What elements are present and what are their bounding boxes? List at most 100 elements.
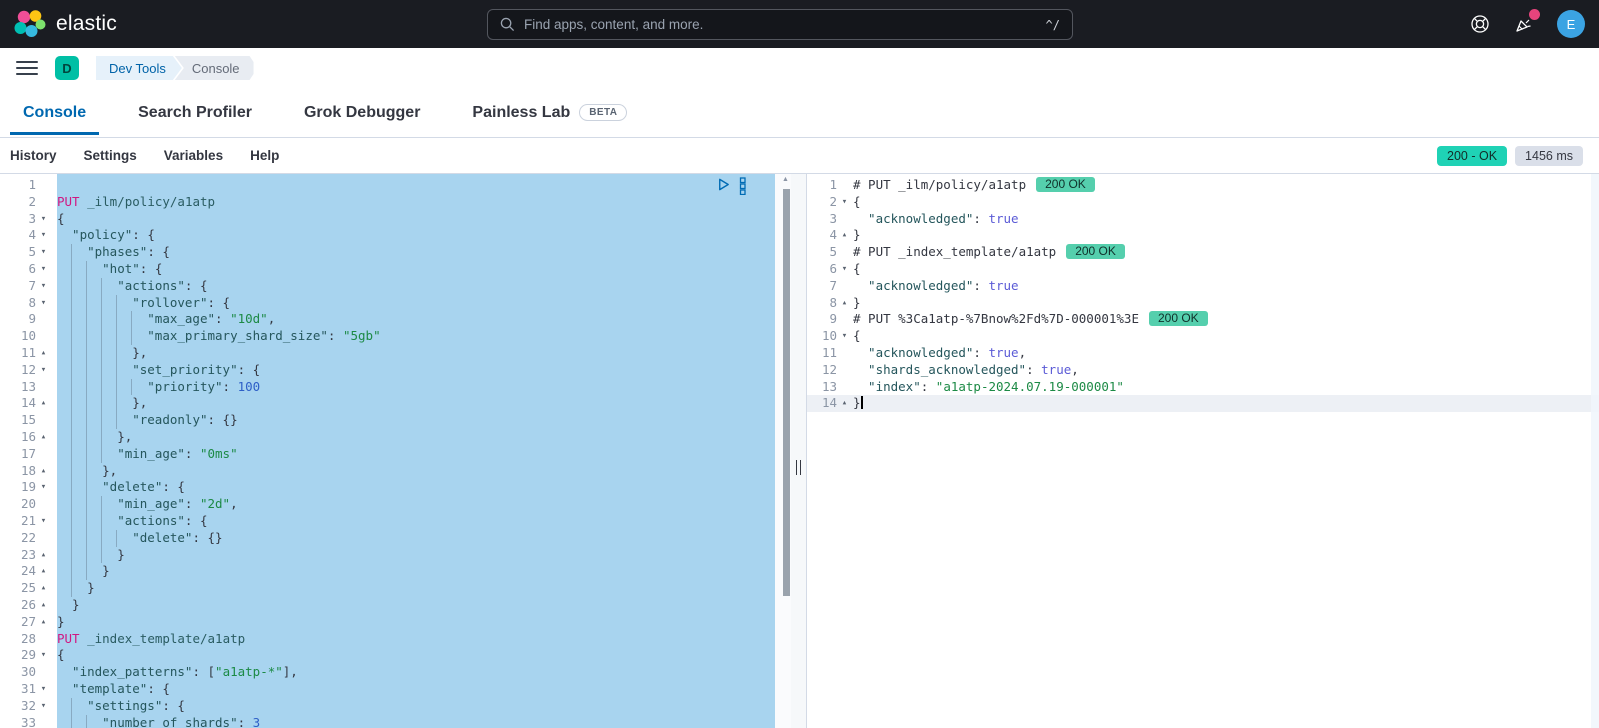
code-line-13[interactable]: 13"priority": 100 [0,379,775,396]
line-content[interactable]: }, [57,345,775,362]
help-button[interactable] [1469,13,1491,35]
code-line-6[interactable]: 6▾{ [807,261,1599,278]
code-line-11[interactable]: 11▴}, [0,345,775,362]
line-content[interactable]: } [853,295,1599,312]
code-line-11[interactable]: 11"acknowledged": true, [807,345,1599,362]
user-avatar[interactable]: E [1557,10,1585,38]
code-line-3[interactable]: 3"acknowledged": true [807,211,1599,228]
code-line-19[interactable]: 19▾"delete": { [0,479,775,496]
line-content[interactable]: "min_age": "2d", [57,496,775,513]
elastic-logo[interactable]: elastic [0,9,117,39]
tab-painless-lab[interactable]: Painless Lab BETA [459,88,640,137]
code-line-8[interactable]: 8▾"rollover": { [0,295,775,312]
line-content[interactable] [57,177,775,194]
line-content[interactable]: "phases": { [57,244,775,261]
fold-toggle-icon[interactable]: ▴ [36,597,51,614]
fold-toggle-icon[interactable]: ▾ [837,194,852,211]
code-line-23[interactable]: 23▴} [0,547,775,564]
fold-toggle-icon[interactable]: ▴ [36,547,51,564]
panel-resizer-handle[interactable] [791,174,807,728]
code-line-31[interactable]: 31▾"template": { [0,681,775,698]
code-line-32[interactable]: 32▾"settings": { [0,698,775,715]
line-content[interactable]: # PUT %3Ca1atp-%7Bnow%2Fd%7D-000001%3E20… [853,311,1599,328]
news-button[interactable] [1513,13,1535,35]
menu-help[interactable]: Help [250,148,279,163]
code-line-2[interactable]: 2PUT _ilm/policy/a1atp [0,194,775,211]
fold-toggle-icon[interactable]: ▴ [36,563,51,580]
code-line-27[interactable]: 27▴} [0,614,775,631]
line-content[interactable]: "rollover": { [57,295,775,312]
code-line-5[interactable]: 5# PUT _index_template/a1atp200 OK [807,244,1599,261]
code-line-24[interactable]: 24▴} [0,563,775,580]
line-content[interactable]: "actions": { [57,513,775,530]
editor-scrollbar[interactable]: ▲ [775,174,791,728]
code-line-25[interactable]: 25▴} [0,580,775,597]
code-line-14[interactable]: 14▴}, [0,395,775,412]
line-content[interactable]: "number_of_shards": 3 [57,715,775,728]
line-content[interactable]: "delete": { [57,479,775,496]
tab-grok-debugger[interactable]: Grok Debugger [291,88,433,137]
menu-history[interactable]: History [10,148,57,163]
line-content[interactable]: { [853,328,1599,345]
code-line-15[interactable]: 15"readonly": {} [0,412,775,429]
code-line-13[interactable]: 13"index": "a1atp-2024.07.19-000001" [807,379,1599,396]
code-line-33[interactable]: 33"number_of_shards": 3 [0,715,775,728]
line-content[interactable]: "settings": { [57,698,775,715]
response-code[interactable]: 1# PUT _ilm/policy/a1atp200 OK2▾{3"ackno… [807,174,1599,412]
line-content[interactable]: "delete": {} [57,530,775,547]
send-request-button[interactable] [716,177,731,192]
request-options-button[interactable] [739,177,747,195]
fold-toggle-icon[interactable]: ▴ [36,345,51,362]
fold-toggle-icon[interactable]: ▾ [837,261,852,278]
fold-toggle-icon[interactable]: ▴ [837,227,852,244]
tab-console[interactable]: Console [10,88,99,137]
code-line-8[interactable]: 8▴} [807,295,1599,312]
fold-toggle-icon[interactable]: ▾ [36,647,51,664]
code-line-4[interactable]: 4▴} [807,227,1599,244]
line-content[interactable]: "readonly": {} [57,412,775,429]
line-content[interactable]: } [853,395,1599,412]
space-avatar[interactable]: D [55,56,79,80]
line-content[interactable]: # PUT _index_template/a1atp200 OK [853,244,1599,261]
scrollbar-thumb[interactable] [783,189,790,596]
fold-toggle-icon[interactable]: ▴ [36,580,51,597]
code-line-26[interactable]: 26▴} [0,597,775,614]
line-content[interactable]: } [57,614,775,631]
menu-toggle-button[interactable] [16,61,38,75]
code-line-12[interactable]: 12"shards_acknowledged": true, [807,362,1599,379]
scroll-up-icon[interactable]: ▲ [782,176,789,183]
code-line-6[interactable]: 6▾"hot": { [0,261,775,278]
code-line-28[interactable]: 28PUT _index_template/a1atp [0,631,775,648]
fold-toggle-icon[interactable]: ▾ [36,295,51,312]
code-line-10[interactable]: 10"max_primary_shard_size": "5gb" [0,328,775,345]
line-content[interactable]: "template": { [57,681,775,698]
fold-toggle-icon[interactable]: ▾ [36,479,51,496]
code-line-12[interactable]: 12▾"set_priority": { [0,362,775,379]
line-content[interactable]: "hot": { [57,261,775,278]
line-content[interactable]: } [57,580,775,597]
code-line-22[interactable]: 22"delete": {} [0,530,775,547]
code-line-10[interactable]: 10▾{ [807,328,1599,345]
line-content[interactable]: } [853,227,1599,244]
line-content[interactable]: "set_priority": { [57,362,775,379]
line-content[interactable]: "acknowledged": true [853,211,1599,228]
code-line-20[interactable]: 20"min_age": "2d", [0,496,775,513]
fold-toggle-icon[interactable]: ▾ [36,227,51,244]
line-content[interactable]: # PUT _ilm/policy/a1atp200 OK [853,177,1599,194]
fold-toggle-icon[interactable]: ▾ [36,244,51,261]
line-content[interactable]: "min_age": "0ms" [57,446,775,463]
response-scrollbar[interactable] [1591,174,1599,728]
fold-toggle-icon[interactable]: ▾ [36,211,51,228]
line-content[interactable]: "max_primary_shard_size": "5gb" [57,328,775,345]
line-content[interactable]: "acknowledged": true, [853,345,1599,362]
line-content[interactable]: "policy": { [57,227,775,244]
code-line-7[interactable]: 7▾"actions": { [0,278,775,295]
code-line-17[interactable]: 17"min_age": "0ms" [0,446,775,463]
line-content[interactable]: } [57,547,775,564]
fold-toggle-icon[interactable]: ▴ [837,295,852,312]
fold-toggle-icon[interactable]: ▾ [36,362,51,379]
line-content[interactable]: "index_patterns": ["a1atp-*"], [57,664,775,681]
code-line-21[interactable]: 21▾"actions": { [0,513,775,530]
menu-variables[interactable]: Variables [164,148,223,163]
line-content[interactable]: "max_age": "10d", [57,311,775,328]
